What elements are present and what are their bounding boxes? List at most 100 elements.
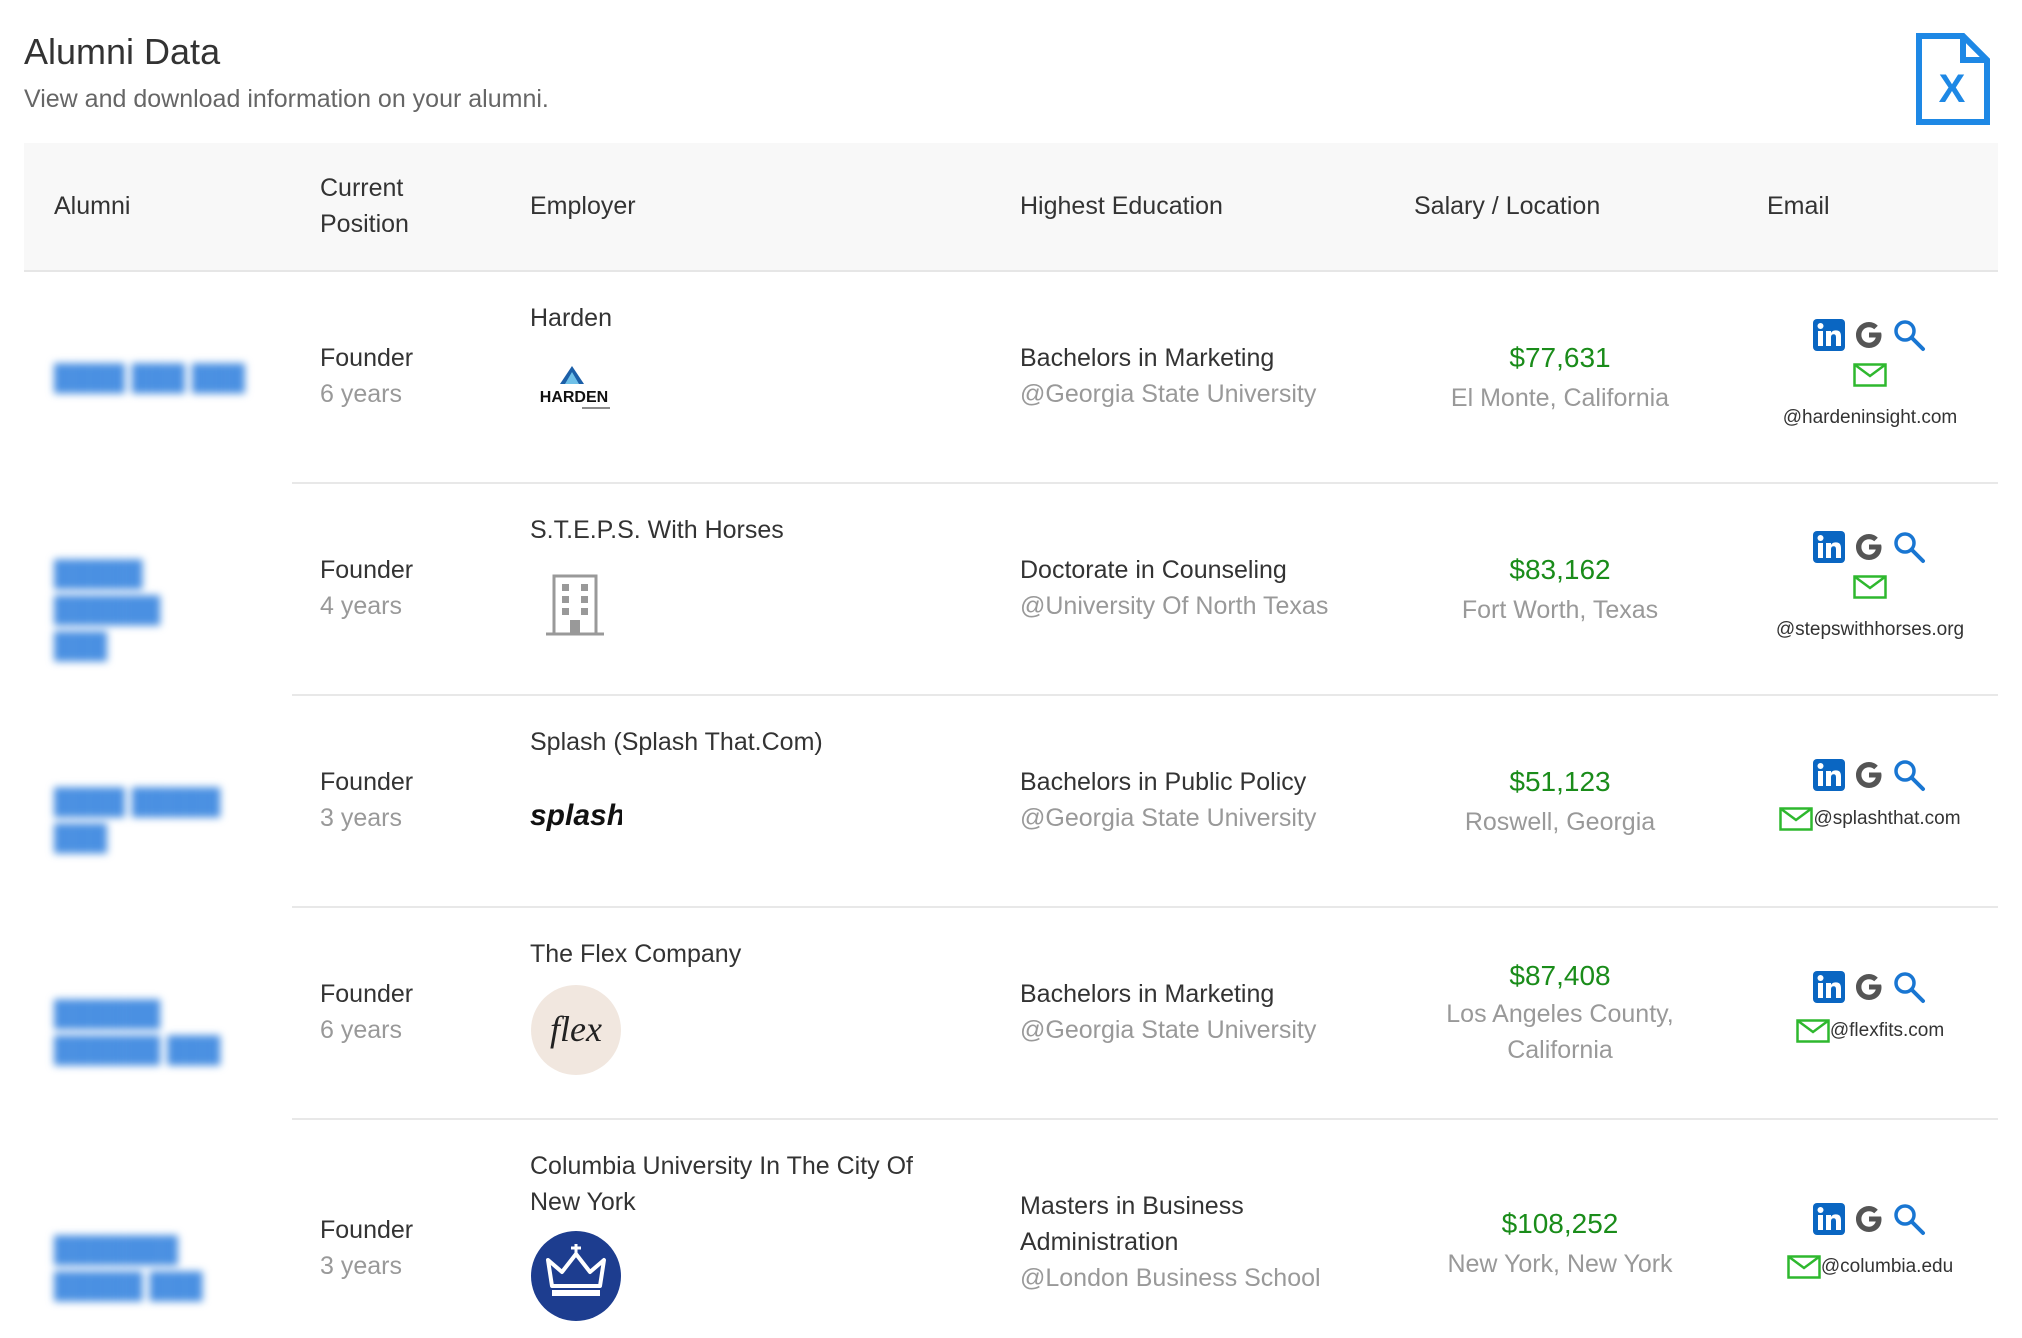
- harden-logo: HARDEN: [530, 356, 622, 448]
- profile-links: [1812, 530, 1928, 570]
- education-degree: Bachelors in Public Policy: [1020, 768, 1307, 796]
- location-line2: California: [1507, 1036, 1613, 1064]
- email-domain[interactable]: @columbia.edu: [1821, 1256, 1953, 1277]
- building-icon: [530, 568, 622, 660]
- svg-text:X: X: [1939, 67, 1966, 111]
- search-icon[interactable]: [1892, 758, 1926, 792]
- education-school: @Georgia State University: [1020, 380, 1317, 408]
- education-degree-line1: Masters in Business: [1020, 1192, 1244, 1220]
- employer-name: Harden: [530, 304, 612, 332]
- employer-name: The Flex Company: [530, 940, 742, 968]
- linkedin-icon[interactable]: [1812, 318, 1846, 352]
- google-icon[interactable]: [1852, 1202, 1886, 1236]
- table-row: ██████ ██████ ███ Founder 6 years The Fl…: [0, 908, 2022, 1120]
- column-header-employer[interactable]: Employer: [530, 188, 636, 224]
- alumni-name-redacted[interactable]: ██████ ██████ ███: [54, 996, 254, 1068]
- alumni-name-redacted[interactable]: ████ █████ ███: [54, 784, 254, 856]
- table-header: Alumni Current Position Employer Highest…: [24, 143, 1998, 272]
- table-row: ████ █████ ███ Founder 3 years Splash (S…: [0, 696, 2022, 908]
- page-header: Alumni Data View and download informatio…: [24, 30, 549, 114]
- location: El Monte, California: [1450, 384, 1670, 412]
- table-row: █████ ██████ ███ Founder 4 years S.T.E.P.…: [0, 484, 2022, 696]
- salary-value: $51,123: [1509, 766, 1611, 797]
- education-degree-line2: Administration: [1020, 1228, 1179, 1256]
- splash-logo: splash: [530, 780, 625, 872]
- position-title: Founder: [320, 980, 414, 1008]
- employer-name-line2: New York: [530, 1188, 636, 1216]
- profile-links: [1812, 1202, 1928, 1242]
- mail-icon[interactable]: [1787, 1255, 1821, 1279]
- harden-logo-text: HARDEN: [540, 389, 608, 406]
- table-row: ████ ███ ███ Founder 6 years Harden HARD…: [0, 272, 2022, 484]
- column-header-education[interactable]: Highest Education: [1020, 188, 1223, 224]
- education-school: @Georgia State University: [1020, 804, 1317, 832]
- mail-icon[interactable]: [1853, 575, 1887, 599]
- email-line: @flexfits.com: [1750, 1016, 1990, 1046]
- position-years: 6 years: [320, 380, 402, 408]
- splash-logo-text: splash: [530, 799, 622, 832]
- mail-icon[interactable]: [1779, 807, 1814, 831]
- salary-value: $77,631: [1509, 342, 1611, 373]
- location-line1: Los Angeles County,: [1446, 1000, 1674, 1028]
- email-domain[interactable]: @splashthat.com: [1813, 808, 1960, 829]
- location: Roswell, Georgia: [1464, 808, 1656, 836]
- position-years: 3 years: [320, 804, 402, 832]
- search-icon[interactable]: [1892, 1202, 1926, 1236]
- email-icon-line: [1750, 572, 1990, 602]
- profile-links: [1812, 970, 1928, 1010]
- mail-icon[interactable]: [1796, 1019, 1830, 1043]
- column-header-salary-location[interactable]: Salary / Location: [1414, 188, 1600, 224]
- email-domain[interactable]: @flexfits.com: [1830, 1020, 1944, 1041]
- mail-icon[interactable]: [1853, 363, 1887, 387]
- excel-file-icon[interactable]: X: [1915, 32, 1991, 126]
- email-icon-line: [1750, 360, 1990, 390]
- position-years: 6 years: [320, 1016, 402, 1044]
- column-header-alumni[interactable]: Alumni: [54, 188, 130, 224]
- page-title: Alumni Data: [24, 31, 221, 72]
- email-line: @columbia.edu: [1750, 1252, 1990, 1282]
- position-years: 3 years: [320, 1252, 402, 1280]
- table-row: ███████ █████ ███ Founder 3 years Columb…: [0, 1120, 2022, 1332]
- position-title: Founder: [320, 768, 414, 796]
- employer-name: Splash (Splash That.Com): [530, 728, 823, 756]
- alumni-name-redacted[interactable]: ████ ███ ███: [54, 360, 254, 396]
- linkedin-icon[interactable]: [1812, 1202, 1846, 1236]
- salary-value: $83,162: [1509, 554, 1611, 585]
- position-years: 4 years: [320, 592, 402, 620]
- position-title: Founder: [320, 344, 414, 372]
- google-icon[interactable]: [1852, 758, 1886, 792]
- employer-name: S.T.E.P.S. With Horses: [530, 516, 784, 544]
- position-title: Founder: [320, 556, 414, 584]
- email-domain[interactable]: @hardeninsight.com: [1750, 403, 1990, 433]
- education-school: @Georgia State University: [1020, 1016, 1317, 1044]
- email-line: @splashthat.com: [1750, 804, 1990, 834]
- google-icon[interactable]: [1852, 970, 1886, 1004]
- education-school: @University Of North Texas: [1020, 592, 1329, 620]
- search-icon[interactable]: [1892, 970, 1926, 1004]
- column-header-position-line2: Position: [320, 210, 409, 238]
- location: Fort Worth, Texas: [1461, 596, 1659, 624]
- education-degree: Bachelors in Marketing: [1020, 344, 1275, 372]
- google-icon[interactable]: [1852, 530, 1886, 564]
- search-icon[interactable]: [1892, 530, 1926, 564]
- profile-links: [1812, 318, 1928, 358]
- salary-value: $108,252: [1501, 1208, 1619, 1239]
- email-domain[interactable]: @stepswithhorses.org: [1750, 615, 1990, 645]
- education-degree: Bachelors in Marketing: [1020, 980, 1275, 1008]
- linkedin-icon[interactable]: [1812, 530, 1846, 564]
- column-header-email[interactable]: Email: [1767, 188, 1830, 224]
- linkedin-icon[interactable]: [1812, 758, 1846, 792]
- linkedin-icon[interactable]: [1812, 970, 1846, 1004]
- location: New York, New York: [1447, 1250, 1673, 1278]
- profile-links: [1812, 758, 1928, 798]
- search-icon[interactable]: [1892, 318, 1926, 352]
- google-icon[interactable]: [1852, 318, 1886, 352]
- alumni-name-redacted[interactable]: ███████ █████ ███: [54, 1232, 254, 1304]
- flex-logo: flex: [530, 984, 622, 1076]
- column-header-position[interactable]: Current Position: [320, 170, 409, 242]
- education-school: @London Business School: [1020, 1264, 1321, 1292]
- columbia-crown-logo: [530, 1230, 622, 1322]
- alumni-name-redacted[interactable]: █████ ██████ ███: [54, 556, 254, 664]
- flex-logo-text: flex: [550, 1009, 602, 1049]
- page-subtitle: View and download information on your al…: [24, 85, 549, 114]
